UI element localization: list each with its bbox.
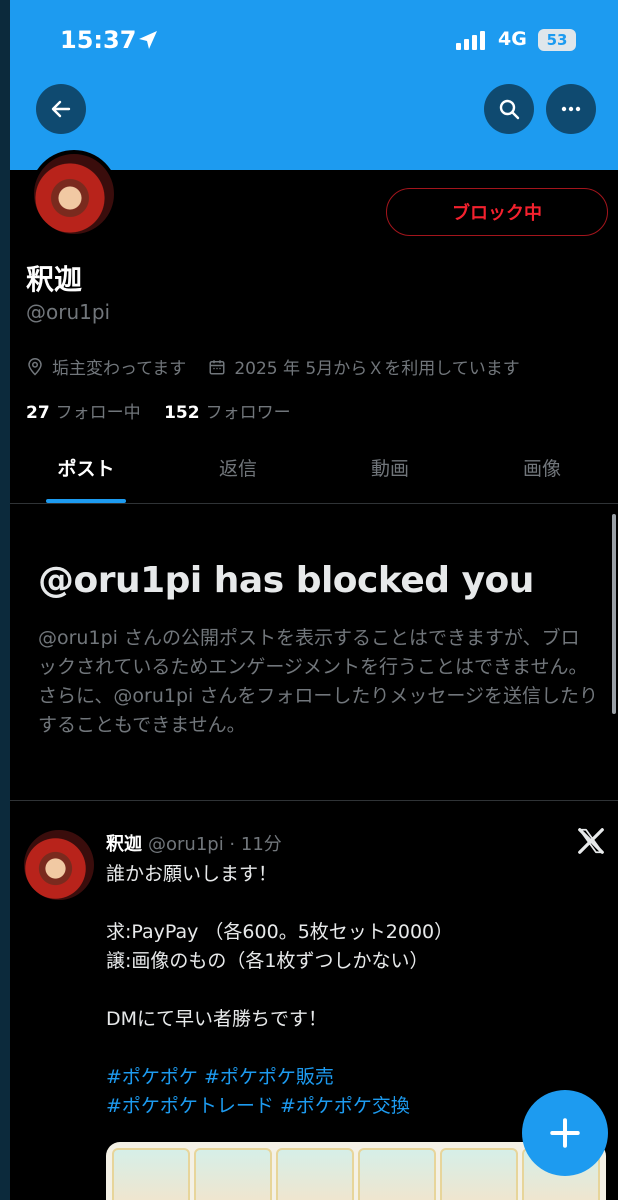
tweet-line: 求:PayPay （各600。5枚セット2000） xyxy=(106,921,454,943)
card-image xyxy=(358,1148,436,1200)
card-image xyxy=(440,1148,518,1200)
tweet-author[interactable]: 釈迦 xyxy=(106,834,142,855)
scrollbar[interactable] xyxy=(612,514,616,714)
arrow-left-icon xyxy=(51,100,71,118)
following-label: フォロー中 xyxy=(55,403,141,423)
status-time: 15:37 xyxy=(60,26,137,54)
left-edge xyxy=(0,0,10,1200)
tab-replies[interactable]: 返信 xyxy=(162,444,314,503)
blocked-message: @oru1pi さんの公開ポストを表示することはできますが、ブロックされているた… xyxy=(38,627,598,736)
card-image xyxy=(194,1148,272,1200)
profile-tabs: ポスト 返信 動画 画像 xyxy=(10,444,618,504)
battery-icon: 53 xyxy=(538,29,576,51)
profile-avatar[interactable] xyxy=(30,150,118,238)
tweet-line xyxy=(106,976,586,1005)
more-dots-icon xyxy=(561,106,581,112)
tweet-line xyxy=(106,1034,586,1063)
profile-handle: @oru1pi xyxy=(26,300,111,324)
tweet-avatar[interactable] xyxy=(24,830,94,900)
divider xyxy=(10,800,618,801)
followers-count: 152 xyxy=(164,403,200,423)
search-icon xyxy=(499,99,520,120)
location-pin-icon xyxy=(28,357,42,376)
tweet-meta: @oru1pi · 11分 xyxy=(148,834,282,855)
tweet-line: 誰かお願いします！ xyxy=(106,863,278,885)
tab-posts[interactable]: ポスト xyxy=(10,444,162,503)
back-button[interactable] xyxy=(36,84,86,134)
profile-location: 垢主変わってます xyxy=(52,359,187,379)
card-image xyxy=(112,1148,190,1200)
signal-icon xyxy=(456,30,485,50)
follow-stats: 27 フォロー中 152 フォロワー xyxy=(26,398,291,423)
followers-label: フォロワー xyxy=(205,403,291,423)
more-button[interactable] xyxy=(546,84,596,134)
compose-button[interactable] xyxy=(522,1090,608,1176)
tweet-line: 譲:画像のもの（各1枚ずつしかない） xyxy=(106,950,429,972)
following-count: 27 xyxy=(26,403,50,423)
tweet-line: DMにて早い者勝ちです！ xyxy=(106,1008,328,1030)
location-arrow-icon xyxy=(139,31,157,49)
following-link[interactable]: 27 フォロー中 xyxy=(26,403,141,423)
blocked-title: @oru1pi has blocked you xyxy=(38,560,534,601)
tab-images[interactable]: 画像 xyxy=(466,444,618,503)
profile-name: 釈迦 xyxy=(26,263,83,296)
card-image xyxy=(276,1148,354,1200)
profile-joined: 2025 年 5月からＸを利用しています xyxy=(234,359,520,379)
tweet-hashtags[interactable]: #ポケポケ #ポケポケ販売 xyxy=(106,1063,586,1092)
blocked-button[interactable]: ブロック中 xyxy=(386,188,608,236)
status-bar: 15:37 4G 53 xyxy=(10,22,618,62)
tweet-header: 釈迦 @oru1pi · 11分 xyxy=(106,830,282,856)
profile-meta: 垢主変わってます 2025 年 5月からＸを利用しています xyxy=(26,354,520,379)
network-label: 4G xyxy=(498,28,527,50)
followers-link[interactable]: 152 フォロワー xyxy=(164,403,291,423)
tweet-line xyxy=(106,889,586,918)
tweet-hashtags[interactable]: #ポケポケトレード #ポケポケ交換 xyxy=(106,1092,586,1121)
x-logo-icon xyxy=(578,828,604,854)
plus-icon xyxy=(550,1118,580,1148)
calendar-icon xyxy=(209,359,225,374)
tab-videos[interactable]: 動画 xyxy=(314,444,466,503)
profile-screen: 15:37 4G 53 ブロック中 釈迦 @oru1pi 垢主変わってます 20… xyxy=(10,0,618,1200)
search-button[interactable] xyxy=(484,84,534,134)
tweet-body: 誰かお願いします！ 求:PayPay （各600。5枚セット2000） 譲:画像… xyxy=(106,860,586,1121)
